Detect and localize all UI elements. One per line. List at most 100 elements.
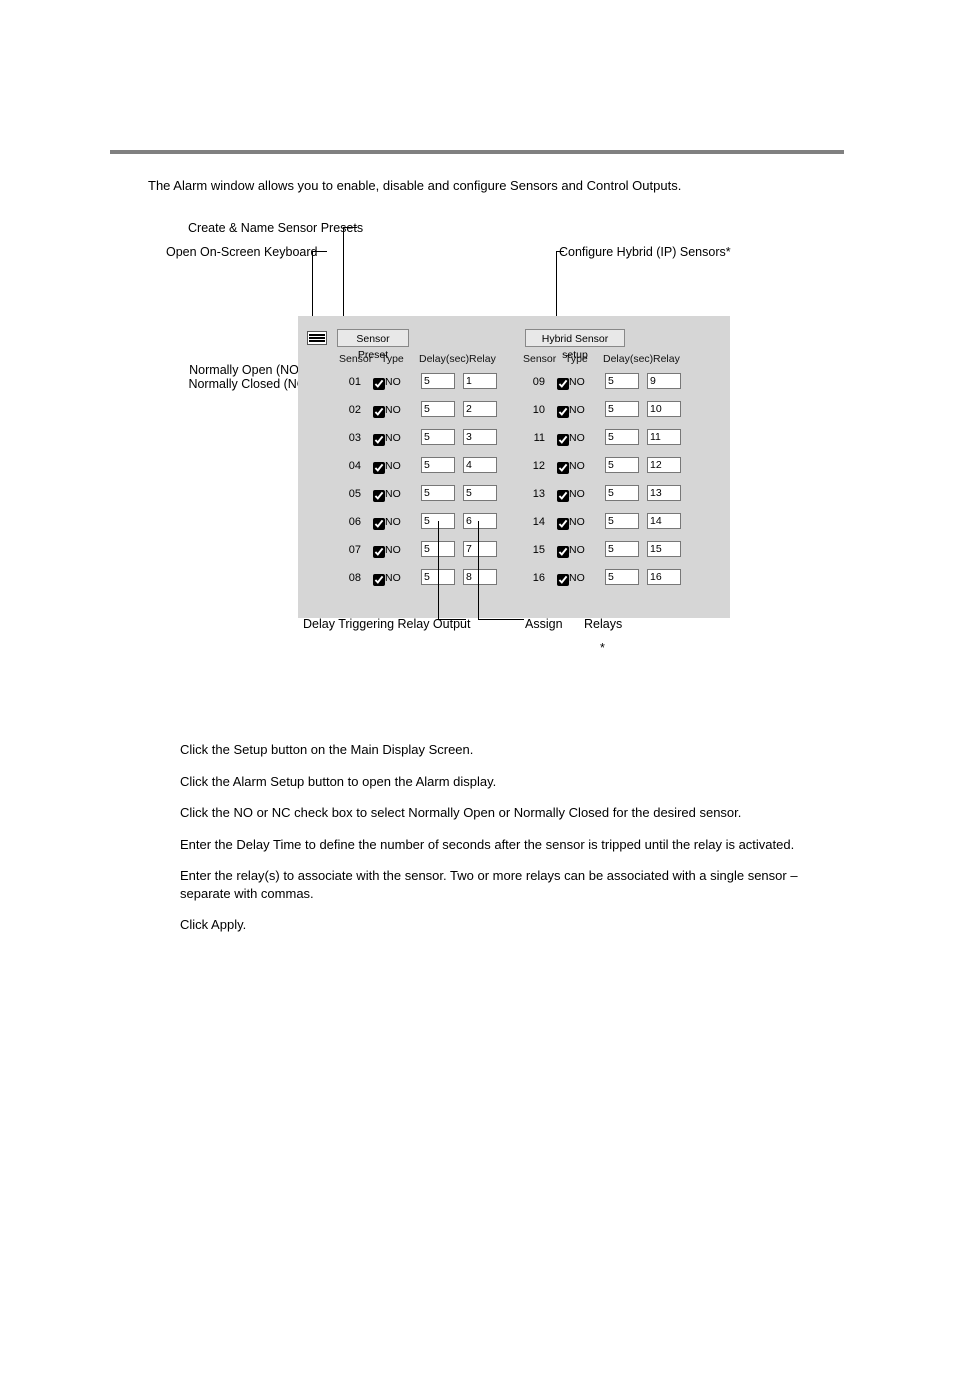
keyboard-icon[interactable] bbox=[307, 331, 327, 345]
nonc-line2: Normally Closed (NC) bbox=[188, 377, 310, 391]
callout-create-preset: Create & Name Sensor Presets bbox=[188, 221, 363, 235]
callout-assign: Assign bbox=[525, 617, 563, 631]
line bbox=[312, 251, 327, 252]
sensor-number: 15 bbox=[525, 544, 545, 556]
delay-input[interactable] bbox=[605, 513, 639, 529]
relay-input[interactable] bbox=[647, 401, 681, 417]
sensor-type-checkbox[interactable] bbox=[373, 546, 385, 558]
sensor-type-checkbox[interactable] bbox=[373, 406, 385, 418]
relay-input[interactable] bbox=[647, 373, 681, 389]
relay-input[interactable] bbox=[647, 429, 681, 445]
relay-input[interactable] bbox=[647, 541, 681, 557]
instruction-step: Click Apply. bbox=[180, 916, 834, 934]
sensor-type-checkbox[interactable] bbox=[557, 546, 569, 558]
sensor-number: 06 bbox=[341, 516, 361, 528]
callout-open-keyboard: Open On-Screen Keyboard bbox=[166, 245, 317, 259]
instruction-step: Click the Setup button on the Main Displ… bbox=[180, 741, 834, 759]
nonc-line1: Normally Open (NO) / bbox=[189, 363, 310, 377]
sensor-number: 05 bbox=[341, 488, 361, 500]
instruction-step: Enter the Delay Time to define the numbe… bbox=[180, 836, 834, 854]
alarm-panel: Sensor Preset Hybrid Sensor setup Sensor… bbox=[298, 316, 730, 618]
relay-input[interactable] bbox=[463, 541, 497, 557]
sensor-type-label: NO bbox=[385, 544, 401, 556]
instruction-step: Click the Alarm Setup button to open the… bbox=[180, 773, 834, 791]
delay-input[interactable] bbox=[605, 429, 639, 445]
delay-input[interactable] bbox=[605, 485, 639, 501]
sensor-type-checkbox[interactable] bbox=[557, 574, 569, 586]
sensor-type-checkbox[interactable] bbox=[557, 406, 569, 418]
sensor-type-checkbox[interactable] bbox=[373, 434, 385, 446]
instructions: Click the Setup button on the Main Displ… bbox=[180, 741, 834, 934]
sensor-type-label: NO bbox=[385, 516, 401, 528]
delay-input[interactable] bbox=[421, 485, 455, 501]
sensor-type-checkbox[interactable] bbox=[557, 434, 569, 446]
col-sensor: Sensor bbox=[339, 353, 372, 365]
sensor-type-checkbox[interactable] bbox=[373, 462, 385, 474]
relay-input[interactable] bbox=[647, 569, 681, 585]
sensor-type-checkbox[interactable] bbox=[557, 462, 569, 474]
horizontal-rule bbox=[110, 150, 844, 154]
relay-input[interactable] bbox=[647, 485, 681, 501]
relay-input[interactable] bbox=[463, 401, 497, 417]
instruction-step: Enter the relay(s) to associate with the… bbox=[180, 867, 834, 902]
sensor-type-label: NO bbox=[385, 376, 401, 388]
col-relay: Relay bbox=[469, 353, 496, 365]
relay-input[interactable] bbox=[463, 373, 497, 389]
line bbox=[556, 251, 564, 252]
sensor-type-checkbox[interactable] bbox=[373, 518, 385, 530]
callout-nonc: Normally Open (NO) / Normally Closed (NC… bbox=[178, 363, 310, 391]
sensor-number: 08 bbox=[341, 572, 361, 584]
relay-input[interactable] bbox=[463, 457, 497, 473]
intro-text: The Alarm window allows you to enable, d… bbox=[148, 178, 954, 193]
sensor-type-checkbox[interactable] bbox=[373, 378, 385, 390]
instruction-step: Click the NO or NC check box to select N… bbox=[180, 804, 834, 822]
sensor-type-label: NO bbox=[569, 376, 585, 388]
relay-input[interactable] bbox=[463, 429, 497, 445]
delay-input[interactable] bbox=[605, 401, 639, 417]
col-type: Type bbox=[381, 353, 404, 365]
relay-input[interactable] bbox=[463, 513, 497, 529]
sensor-number: 16 bbox=[525, 572, 545, 584]
relay-input[interactable] bbox=[463, 485, 497, 501]
delay-input[interactable] bbox=[421, 373, 455, 389]
delay-input[interactable] bbox=[605, 457, 639, 473]
sensor-type-checkbox[interactable] bbox=[557, 378, 569, 390]
sensor-type-checkbox[interactable] bbox=[373, 490, 385, 502]
callout-configure-hybrid: Configure Hybrid (IP) Sensors* bbox=[559, 245, 731, 259]
delay-input[interactable] bbox=[421, 401, 455, 417]
line bbox=[343, 227, 357, 228]
sensor-type-label: NO bbox=[569, 544, 585, 556]
col-delay-r: Delay(sec) bbox=[603, 353, 653, 365]
line bbox=[438, 521, 439, 619]
delay-input[interactable] bbox=[605, 569, 639, 585]
sensor-number: 11 bbox=[525, 432, 545, 444]
col-relay-r: Relay bbox=[653, 353, 680, 365]
sensor-type-label: NO bbox=[385, 460, 401, 472]
relay-input[interactable] bbox=[463, 569, 497, 585]
relay-input[interactable] bbox=[647, 513, 681, 529]
diagram: Create & Name Sensor Presets Open On-Scr… bbox=[148, 221, 868, 661]
sensor-number: 07 bbox=[341, 544, 361, 556]
line bbox=[478, 521, 479, 619]
sensor-type-checkbox[interactable] bbox=[557, 518, 569, 530]
relay-input[interactable] bbox=[647, 457, 681, 473]
delay-input[interactable] bbox=[605, 541, 639, 557]
sensor-type-checkbox[interactable] bbox=[373, 574, 385, 586]
sensor-number: 09 bbox=[525, 376, 545, 388]
sensor-type-label: NO bbox=[569, 572, 585, 584]
hybrid-sensor-setup-button[interactable]: Hybrid Sensor setup bbox=[525, 329, 625, 347]
sensor-type-label: NO bbox=[569, 404, 585, 416]
delay-input[interactable] bbox=[605, 373, 639, 389]
delay-input[interactable] bbox=[421, 457, 455, 473]
sensor-number: 10 bbox=[525, 404, 545, 416]
sensor-preset-button[interactable]: Sensor Preset bbox=[337, 329, 409, 347]
sensor-type-label: NO bbox=[569, 516, 585, 528]
col-delay: Delay(sec) bbox=[419, 353, 469, 365]
sensor-number: 03 bbox=[341, 432, 361, 444]
sensor-type-checkbox[interactable] bbox=[557, 490, 569, 502]
sensor-type-label: NO bbox=[385, 404, 401, 416]
delay-input[interactable] bbox=[421, 429, 455, 445]
line bbox=[438, 619, 466, 620]
sensor-number: 13 bbox=[525, 488, 545, 500]
line bbox=[478, 619, 524, 620]
